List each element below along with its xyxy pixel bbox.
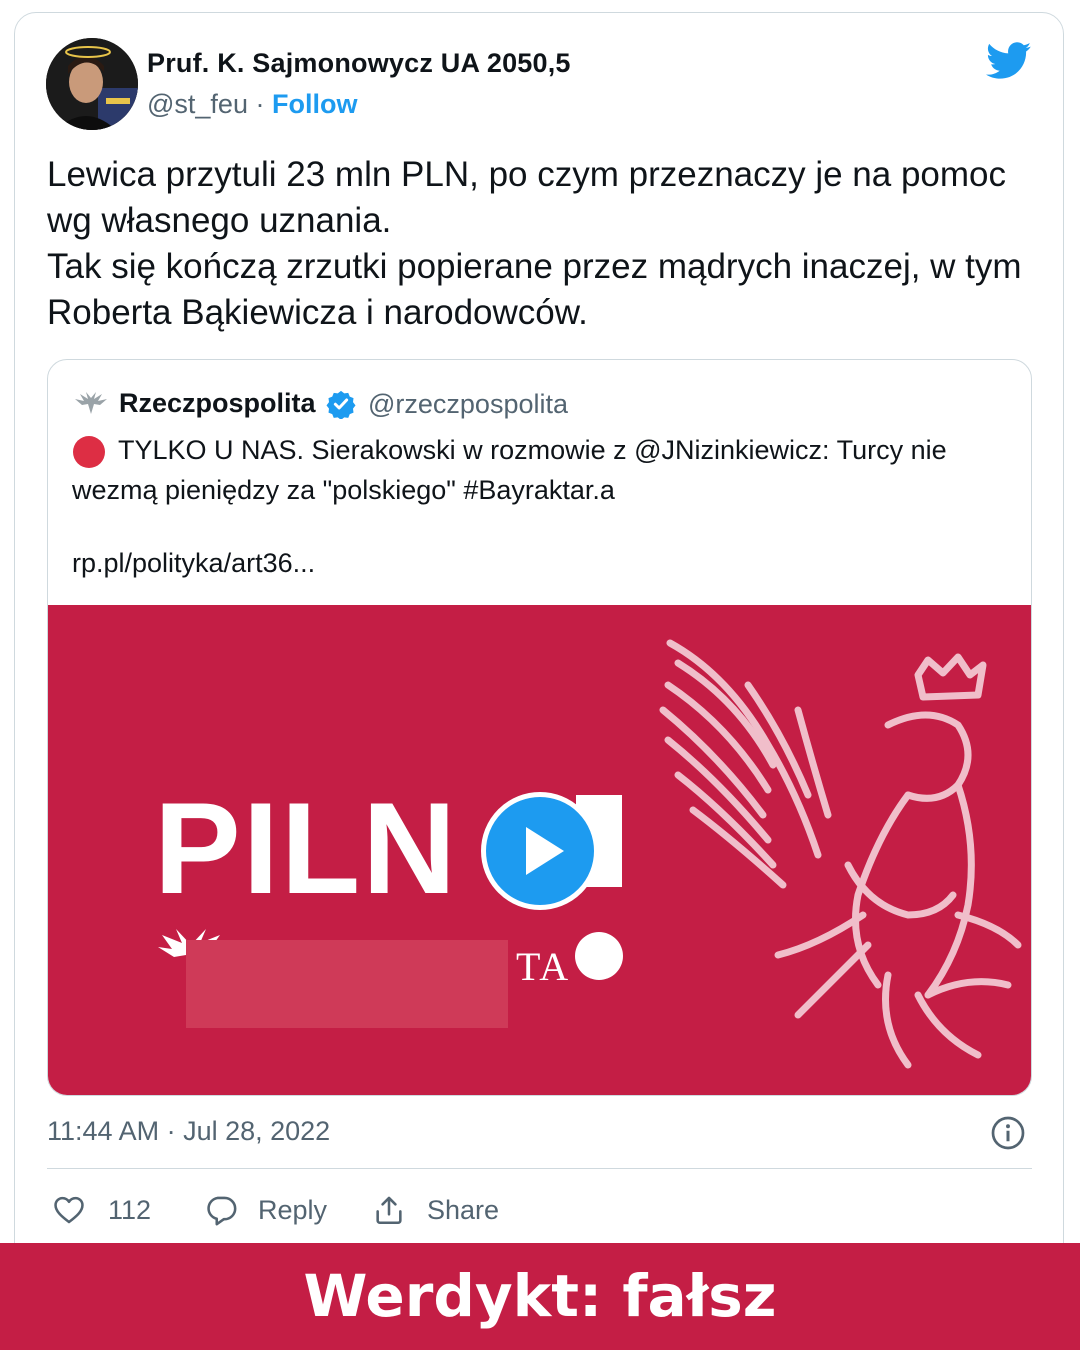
reply-label: Reply bbox=[258, 1194, 328, 1225]
quoted-tweet[interactable]: Rzeczpospolita @rzeczpospolita TYLKO U N… bbox=[47, 359, 1032, 1096]
tweet-text: Lewica przytuli 23 mln PLN, po czym prze… bbox=[47, 155, 1022, 332]
media-headline: PILN bbox=[154, 775, 459, 921]
like-button[interactable]: 112 bbox=[52, 1190, 151, 1230]
tweet-timestamp[interactable]: 11:44 AM · Jul 28, 2022 bbox=[47, 1116, 330, 1147]
quoted-text-wrapper: TYLKO U NAS. Sierakowski w rozmowie z @J… bbox=[72, 430, 1002, 510]
heart-icon bbox=[54, 1196, 84, 1224]
follow-button[interactable]: Follow bbox=[272, 89, 357, 119]
white-eagle-emblem-icon bbox=[659, 639, 1022, 1069]
author-handle-line: @st_feu · Follow bbox=[147, 89, 357, 120]
exclamation-dot bbox=[575, 932, 623, 980]
play-icon bbox=[526, 827, 564, 875]
author-avatar[interactable] bbox=[46, 38, 138, 130]
media-brand-fragment: TA bbox=[516, 944, 571, 989]
actions-divider bbox=[47, 1168, 1032, 1169]
verified-badge-icon bbox=[326, 390, 356, 419]
quoted-media-video[interactable]: PILN TA bbox=[48, 605, 1031, 1095]
author-handle[interactable]: @st_feu bbox=[147, 89, 248, 119]
info-icon[interactable] bbox=[990, 1115, 1026, 1151]
play-button[interactable] bbox=[481, 792, 599, 910]
quoted-link[interactable]: rp.pl/polityka/art36... bbox=[72, 548, 315, 579]
handle-separator: · bbox=[247, 89, 272, 119]
verdict-text: Werdykt: fałsz bbox=[303, 1262, 777, 1330]
quoted-display-name[interactable]: Rzeczpospolita bbox=[119, 388, 316, 419]
verdict-banner: Werdykt: fałsz bbox=[0, 1243, 1080, 1350]
redacted-overlay bbox=[186, 940, 508, 1028]
reply-icon bbox=[207, 1196, 237, 1226]
like-count: 112 bbox=[108, 1194, 152, 1225]
rzeczpospolita-logo-icon bbox=[75, 392, 107, 414]
quoted-text: TYLKO U NAS. Sierakowski w rozmowie z @J… bbox=[72, 435, 947, 505]
reply-button[interactable]: Reply bbox=[204, 1190, 327, 1230]
author-display-name[interactable]: Pruf. K. Sajmonowycz UA 2050,5 bbox=[147, 48, 571, 79]
quoted-handle[interactable]: @rzeczpospolita bbox=[368, 389, 568, 420]
share-icon bbox=[376, 1196, 402, 1225]
twitter-bird-icon[interactable] bbox=[986, 42, 1032, 80]
share-label: Share bbox=[427, 1194, 500, 1225]
share-button[interactable]: Share bbox=[372, 1190, 499, 1230]
